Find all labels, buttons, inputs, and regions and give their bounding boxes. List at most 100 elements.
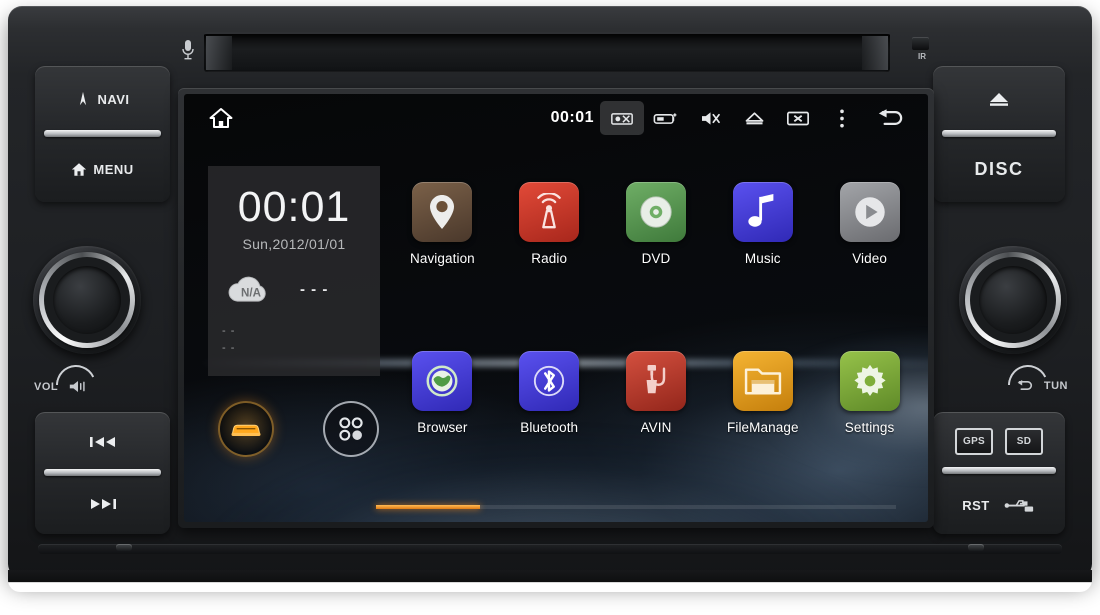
app-filemanager[interactable]: FileManage [710, 337, 815, 490]
display-bezel: 00:01 00:01 Sun,2012/01/01 N/A - - - - -… [178, 88, 934, 528]
eject-icon[interactable] [732, 101, 776, 135]
weather-temperature: - - - [300, 281, 329, 298]
app-tile [839, 182, 900, 242]
apps-grid-icon [336, 414, 366, 444]
app-radio[interactable]: Radio [497, 168, 602, 321]
app-tile [519, 351, 580, 411]
app-label: Bluetooth [520, 420, 579, 435]
home-icon[interactable] [204, 101, 238, 135]
screenshot-icon[interactable] [600, 101, 644, 135]
tune-knob-labels: TUN [1014, 379, 1068, 392]
play-circle-icon [851, 193, 889, 231]
app-label: Navigation [410, 251, 475, 266]
app-tile [732, 351, 793, 411]
tun-label: TUN [1043, 379, 1068, 392]
previous-track-icon [88, 434, 118, 450]
app-label: Music [744, 251, 781, 266]
volume-icon[interactable] [688, 101, 732, 135]
eject-button[interactable] [933, 66, 1065, 132]
page-dot[interactable] [688, 505, 792, 509]
trim-screw [968, 544, 984, 551]
app-settings[interactable]: Settings [817, 337, 922, 490]
map-pin-icon [427, 193, 457, 231]
navi-button[interactable]: NAVI [35, 66, 170, 132]
rotate-arc-icon [54, 363, 94, 385]
back-arrow-icon[interactable] [864, 101, 914, 135]
card-slot-row: GPS SD [933, 412, 1065, 470]
disc-button-label: DISC [974, 158, 1024, 179]
page-dot[interactable] [376, 505, 480, 509]
trim-screw [116, 544, 132, 551]
page-dot[interactable] [792, 505, 896, 509]
app-bluetooth[interactable]: Bluetooth [497, 337, 602, 490]
page-indicator[interactable] [376, 505, 896, 510]
dock [216, 394, 381, 464]
app-tile [732, 182, 793, 242]
app-tile [412, 182, 473, 242]
app-dvd[interactable]: DVD [604, 168, 709, 321]
avin-icon [640, 362, 672, 400]
bluetooth-icon [532, 362, 566, 400]
eject-icon [987, 90, 1011, 108]
app-tile [519, 182, 580, 242]
touchscreen[interactable]: 00:01 00:01 Sun,2012/01/01 N/A - - - - -… [184, 94, 928, 522]
car-mode-button[interactable] [218, 401, 274, 457]
disc-slot-area: IR [176, 28, 936, 76]
clock-weather-widget[interactable]: 00:01 Sun,2012/01/01 N/A - - - - - - - [208, 166, 380, 376]
app-label: AVIN [640, 420, 672, 435]
page-dot[interactable] [480, 505, 584, 509]
globe-icon [423, 362, 461, 400]
cloud-icon: N/A [222, 272, 280, 307]
all-apps-button[interactable] [323, 401, 379, 457]
disc-icon [637, 193, 675, 231]
status-bar: 00:01 [184, 94, 928, 142]
navi-compass-icon [75, 91, 91, 107]
app-grid: Navigation Radio DVD Music Video Browser… [390, 160, 922, 490]
app-navigation[interactable]: Navigation [390, 168, 495, 321]
app-browser[interactable]: Browser [390, 337, 495, 490]
reset-usb-row: RST [933, 476, 1065, 534]
app-label: Radio [531, 251, 568, 266]
sd-card-icon[interactable]: SD [1005, 427, 1043, 455]
rotate-arc-icon [1006, 363, 1046, 385]
weather-row: N/A - - - [208, 272, 380, 307]
weather-detail-1: - - [222, 325, 236, 337]
app-tile [412, 351, 473, 411]
widget-clock-date: Sun,2012/01/01 [242, 236, 346, 252]
widget-clock-time: 00:01 [237, 183, 351, 231]
reset-button[interactable]: RST [962, 498, 990, 513]
menu-button[interactable]: MENU [35, 136, 170, 202]
cd-slot[interactable] [204, 32, 890, 72]
gps-card-icon[interactable]: GPS [955, 427, 993, 455]
app-music[interactable]: Music [710, 168, 815, 321]
track-button-panel [35, 412, 170, 534]
battery-charge-icon[interactable] [644, 101, 688, 135]
navi-menu-button-panel: NAVI MENU [35, 66, 170, 202]
car-icon [229, 419, 263, 440]
navi-button-label: NAVI [97, 91, 130, 107]
weather-detail-2: - - [222, 342, 236, 354]
panel-divider [942, 467, 1056, 474]
head-unit-device: IR NAVI MENU VOL DISC TUN GPS SD RST 00:… [8, 6, 1092, 592]
app-video[interactable]: Video [817, 168, 922, 321]
menu-button-label: MENU [93, 161, 134, 177]
volume-knob[interactable] [33, 246, 141, 354]
disc-button[interactable]: DISC [933, 136, 1065, 202]
usb-icon[interactable] [1004, 498, 1036, 513]
app-tile [839, 351, 900, 411]
app-tile [625, 182, 686, 242]
app-label: Video [852, 251, 887, 266]
app-avin[interactable]: AVIN [604, 337, 709, 490]
app-label: Settings [844, 420, 895, 435]
knob-cap [53, 266, 121, 334]
screen-off-icon[interactable] [776, 101, 820, 135]
page-dot[interactable] [584, 505, 688, 509]
previous-track-button[interactable] [35, 412, 170, 472]
radio-wave-icon [530, 193, 568, 231]
music-note-icon [746, 193, 780, 231]
folder-icon [743, 365, 783, 397]
next-track-button[interactable] [35, 474, 170, 534]
overflow-menu-icon[interactable] [820, 101, 864, 135]
status-clock: 00:01 [550, 109, 594, 126]
tune-knob[interactable] [959, 246, 1067, 354]
